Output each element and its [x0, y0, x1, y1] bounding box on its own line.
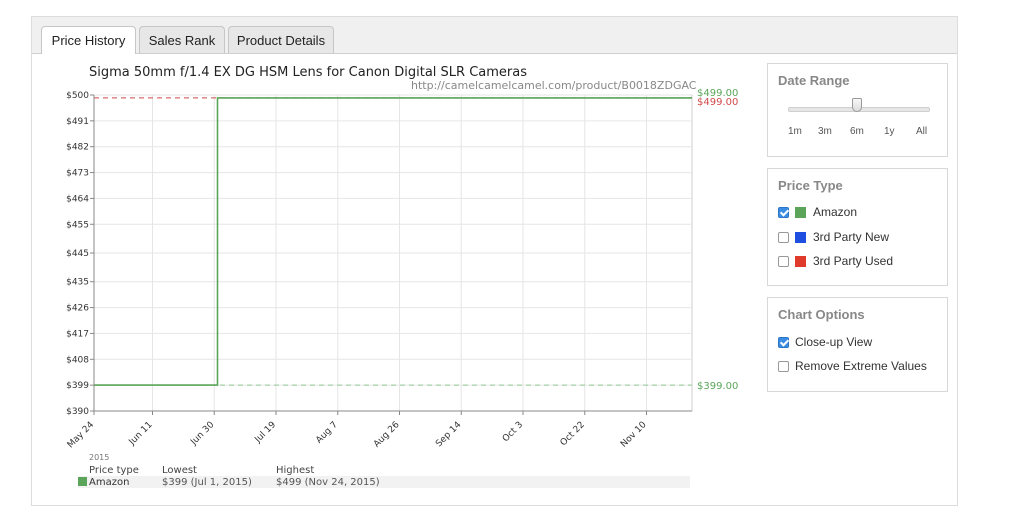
- chart-grid: [93, 94, 693, 412]
- chart-options-box: Chart Options Close-up View Remove Extre…: [767, 297, 948, 392]
- date-range-slider-thumb[interactable]: [852, 98, 862, 112]
- x-tick-label: Oct 3: [501, 420, 525, 444]
- end-label: $399.00: [697, 381, 738, 392]
- x-tick-label: May 24: [66, 420, 97, 451]
- y-tick-label: $455: [66, 220, 89, 230]
- x-tick-label: Aug 7: [314, 420, 340, 446]
- option-remove-extreme-values[interactable]: Remove Extreme Values: [778, 359, 927, 373]
- summary-header: Price type: [89, 465, 139, 476]
- x-tick-label: Sep 14: [434, 420, 463, 449]
- range-option-1m[interactable]: 1m: [788, 126, 802, 137]
- price-type-box: Price Type Amazon 3rd Party New 3rd Part…: [767, 168, 948, 286]
- summary-header: Lowest: [162, 465, 197, 476]
- remove-extreme-values-label: Remove Extreme Values: [795, 359, 927, 373]
- range-option-3m[interactable]: 3m: [818, 126, 832, 137]
- summary-swatch: [78, 477, 87, 486]
- price-type-3rd-party-new[interactable]: 3rd Party New: [778, 230, 889, 244]
- x-tick-label: Aug 26: [372, 420, 402, 450]
- price-history-panel: Price History Sales Rank Product Details…: [31, 16, 958, 506]
- chart-options-title: Chart Options: [778, 307, 865, 322]
- x-tick-label: Jun 11: [127, 420, 155, 448]
- y-tick-label: $500: [66, 91, 89, 101]
- option-close-up-view[interactable]: Close-up View: [778, 335, 872, 349]
- chart-title: Sigma 50mm f/1.4 EX DG HSM Lens for Cano…: [89, 65, 527, 80]
- amazon-checkbox[interactable]: [778, 206, 789, 218]
- y-tick-label: $445: [66, 249, 89, 259]
- y-tick-label: $491: [66, 117, 89, 127]
- y-tick-label: $464: [66, 194, 89, 204]
- date-range-box: Date Range 1m 3m 6m 1y All: [767, 63, 948, 157]
- 3rd-party-new-color-swatch: [795, 231, 806, 243]
- y-tick-label: $390: [66, 407, 89, 417]
- y-tick-label: $417: [66, 329, 89, 339]
- 3rd-party-used-label: 3rd Party Used: [813, 254, 894, 268]
- close-up-view-checkbox[interactable]: [778, 336, 789, 348]
- x-tick-label: Nov 10: [619, 420, 649, 450]
- y-tick-label: $399: [66, 381, 89, 391]
- summary-header: Highest: [276, 465, 314, 476]
- 3rd-party-used-checkbox[interactable]: [778, 255, 789, 267]
- 3rd-party-new-checkbox[interactable]: [778, 231, 789, 243]
- y-axis: $500 $491 $482 $473 $464 $455 $445 $435 $426 $417…: [66, 91, 95, 417]
- 3rd-party-new-label: 3rd Party New: [813, 230, 890, 244]
- date-range-title: Date Range: [778, 73, 850, 88]
- x-axis: May 24 Jun 11 Jun 30 Jul 19 Aug 7 Aug 26 Sep 1…: [66, 410, 692, 451]
- close-up-view-label: Close-up View: [795, 335, 873, 349]
- summary-highest: $499 (Nov 24, 2015): [276, 477, 380, 488]
- price-chart-area: Sigma 50mm f/1.4 EX DG HSM Lens for Cano…: [32, 17, 752, 502]
- x-year-label: 2015: [89, 453, 109, 462]
- x-tick-label: Jun 30: [189, 420, 217, 448]
- range-option-6m[interactable]: 6m: [850, 126, 864, 137]
- price-summary: Price type Lowest Highest Amazon $399 (Jul 1…: [78, 465, 690, 488]
- y-tick-label: $408: [66, 355, 89, 365]
- 3rd-party-used-color-swatch: [795, 255, 806, 267]
- price-type-3rd-party-used[interactable]: 3rd Party Used: [778, 254, 893, 268]
- remove-extreme-values-checkbox[interactable]: [778, 360, 789, 372]
- summary-type: Amazon: [89, 477, 129, 488]
- range-option-all[interactable]: All: [916, 126, 927, 137]
- y-tick-label: $426: [66, 304, 89, 314]
- amazon-label: Amazon: [813, 205, 858, 219]
- y-tick-label: $473: [66, 169, 89, 179]
- price-chart: Sigma 50mm f/1.4 EX DG HSM Lens for Cano…: [66, 65, 738, 488]
- y-tick-label: $435: [66, 278, 89, 288]
- range-option-1y[interactable]: 1y: [884, 126, 895, 137]
- summary-lowest: $399 (Jul 1, 2015): [162, 477, 252, 488]
- chart-subtitle: http://camelcamelcamel.com/product/B0018…: [411, 79, 697, 92]
- amazon-color-swatch: [795, 206, 806, 218]
- x-tick-label: Jul 19: [253, 420, 279, 446]
- y-tick-label: $482: [66, 143, 89, 153]
- end-label: $499.00: [697, 97, 738, 108]
- price-type-amazon[interactable]: Amazon: [778, 205, 857, 219]
- price-type-title: Price Type: [778, 178, 843, 193]
- x-tick-label: Oct 22: [559, 420, 587, 448]
- end-labels: $499.00$499.00$399.00: [697, 88, 738, 392]
